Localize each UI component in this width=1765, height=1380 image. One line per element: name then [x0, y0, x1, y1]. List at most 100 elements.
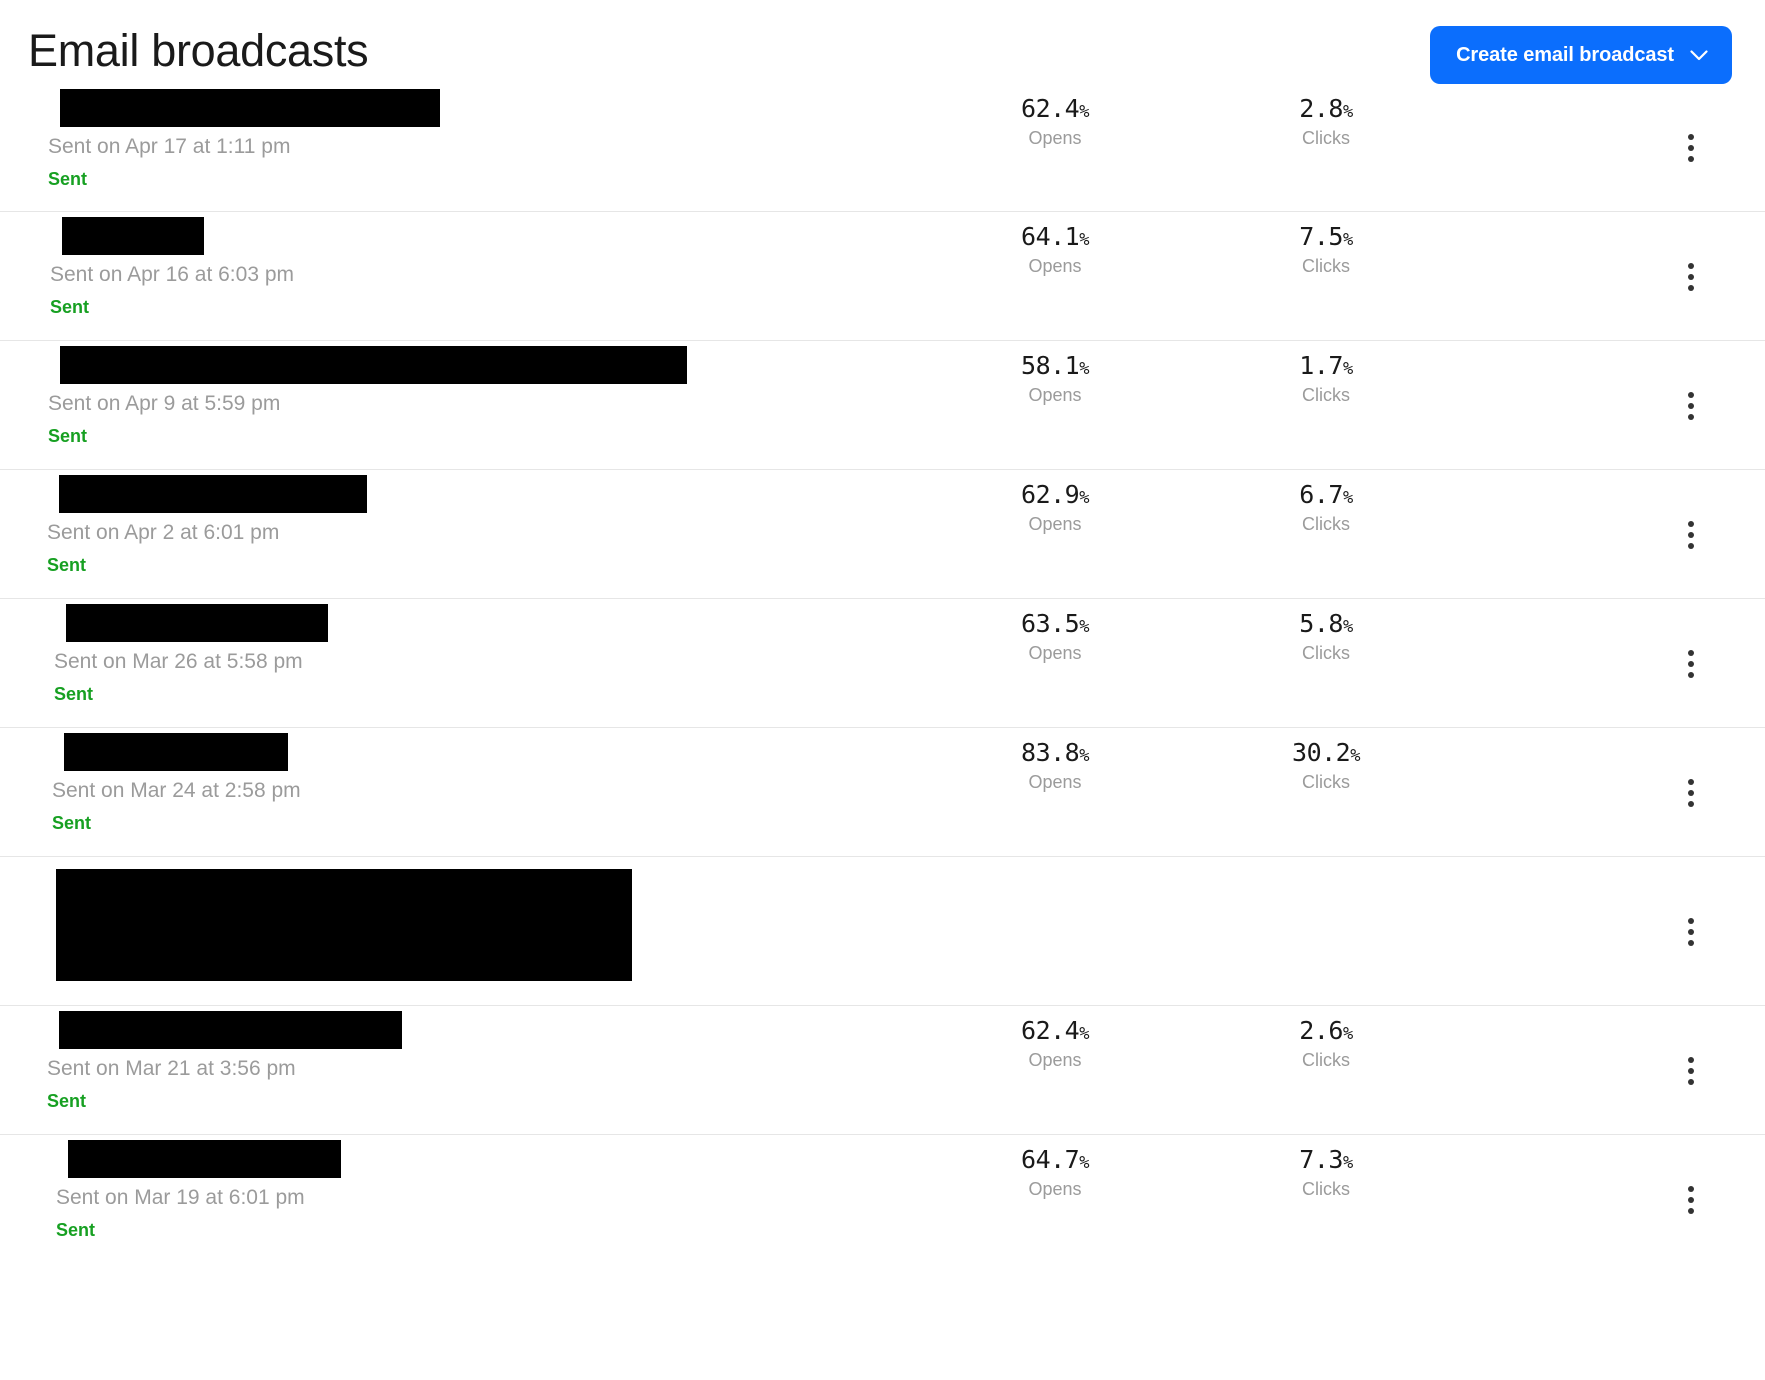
- broadcast-clicks-stat-label: Clicks: [1302, 128, 1350, 148]
- broadcast-subject-redaction: [62, 217, 204, 255]
- broadcast-clicks-stat-value: 1.7%: [1299, 351, 1353, 380]
- kebab-menu-icon[interactable]: [1669, 126, 1713, 170]
- broadcast-opens-stat: 62.4% Opens: [975, 1017, 1135, 1071]
- percent-symbol: %: [1079, 1153, 1089, 1173]
- broadcast-clicks-stat-value: 30.2%: [1292, 738, 1360, 767]
- broadcast-opens-stat: 62.9% Opens: [975, 481, 1135, 535]
- page-title: Email broadcasts: [28, 25, 369, 76]
- broadcast-clicks-stat-label: Clicks: [1302, 385, 1350, 405]
- broadcast-list: Sent on Apr 17 at 1:11 pm Sent 62.4% Opens 2…: [0, 84, 1765, 1264]
- broadcast-row[interactable]: Sent on Apr 9 at 5:59 pm Sent 58.1% Opens 1.…: [0, 341, 1765, 470]
- kebab-menu-icon[interactable]: [1669, 513, 1713, 557]
- broadcast-row[interactable]: Sent on Mar 24 at 2:58 pm Sent 83.8% Opens 3…: [0, 728, 1765, 857]
- chevron-down-icon: [1690, 49, 1708, 60]
- broadcast-row-content: Sent on Apr 2 at 6:01 pm Sent 62.9% Opens 6.…: [28, 470, 1737, 598]
- broadcast-row-content: [28, 857, 1737, 1005]
- broadcast-opens-stat-value: 62.4%: [1021, 1016, 1089, 1045]
- broadcast-status-badge: Sent: [54, 684, 94, 704]
- kebab-menu-icon[interactable]: [1669, 910, 1713, 954]
- percent-symbol: %: [1079, 102, 1089, 122]
- percent-symbol: %: [1079, 359, 1089, 379]
- percent-symbol: %: [1342, 359, 1353, 379]
- broadcast-opens-stat: 63.5% Opens: [975, 610, 1135, 664]
- broadcast-row-content: Sent on Apr 17 at 1:11 pm Sent 62.4% Opens 2…: [28, 84, 1737, 211]
- kebab-menu-icon[interactable]: [1669, 1049, 1713, 1093]
- broadcast-subject-redaction: [60, 89, 440, 127]
- broadcast-status-badge: Sent: [56, 1220, 96, 1240]
- broadcast-opens-stat-value: 62.4%: [1021, 94, 1089, 123]
- broadcast-sent-timestamp: Sent on Mar 24 at 2:58 pm: [52, 779, 301, 802]
- broadcast-clicks-stat: 30.2% Clicks: [1246, 739, 1406, 793]
- broadcast-sent-timestamp: Sent on Apr 2 at 6:01 pm: [47, 521, 280, 544]
- broadcast-row-content: Sent on Mar 21 at 3:56 pm Sent 62.4% Opens 2…: [28, 1006, 1737, 1134]
- kebab-menu-icon[interactable]: [1669, 1178, 1713, 1222]
- broadcast-subject-redaction: [59, 475, 367, 513]
- percent-symbol: %: [1342, 1024, 1353, 1044]
- broadcast-clicks-stat-label: Clicks: [1302, 1179, 1350, 1199]
- broadcast-opens-stat-value: 64.7%: [1021, 1145, 1089, 1174]
- broadcast-clicks-stat: 2.8% Clicks: [1246, 95, 1406, 149]
- broadcast-opens-stat-label: Opens: [1028, 772, 1082, 792]
- kebab-menu-icon[interactable]: [1669, 255, 1713, 299]
- broadcast-sent-timestamp: Sent on Mar 26 at 5:58 pm: [54, 650, 303, 673]
- percent-symbol: %: [1079, 230, 1089, 250]
- broadcast-opens-stat-label: Opens: [1028, 385, 1082, 405]
- broadcast-opens-stat-value: 63.5%: [1021, 609, 1089, 638]
- broadcast-subject-redaction: [60, 346, 687, 384]
- broadcast-subject-redaction: [64, 733, 288, 771]
- broadcast-subject-redaction: [56, 869, 632, 981]
- broadcast-row[interactable]: Sent on Apr 2 at 6:01 pm Sent 62.9% Opens 6.…: [0, 470, 1765, 599]
- broadcast-row[interactable]: Sent on Mar 19 at 6:01 pm Sent 64.7% Opens 7…: [0, 1135, 1765, 1264]
- broadcast-opens-stat: 64.1% Opens: [975, 223, 1135, 277]
- broadcast-opens-stat-value: 62.9%: [1021, 480, 1089, 509]
- broadcast-row-content: Sent on Apr 16 at 6:03 pm Sent 64.1% Opens 7…: [28, 212, 1737, 340]
- create-email-broadcast-label: Create email broadcast: [1456, 43, 1674, 66]
- percent-symbol: %: [1342, 617, 1353, 637]
- broadcast-opens-stat-label: Opens: [1028, 643, 1082, 663]
- page-header: Email broadcasts Create email broadcast: [0, 0, 1765, 95]
- broadcast-clicks-stat-label: Clicks: [1302, 256, 1350, 276]
- broadcast-row-content: Sent on Mar 26 at 5:58 pm Sent 63.5% Opens 5…: [28, 599, 1737, 727]
- broadcast-opens-stat-label: Opens: [1028, 128, 1082, 148]
- broadcast-opens-stat-label: Opens: [1028, 1179, 1082, 1199]
- broadcast-clicks-stat-label: Clicks: [1302, 643, 1350, 663]
- broadcast-clicks-stat: 1.7% Clicks: [1246, 352, 1406, 406]
- broadcast-clicks-stat-value: 7.3%: [1299, 1145, 1353, 1174]
- broadcast-row[interactable]: Sent on Apr 17 at 1:11 pm Sent 62.4% Opens 2…: [0, 84, 1765, 212]
- broadcast-clicks-stat-value: 2.8%: [1299, 94, 1353, 123]
- broadcast-row[interactable]: Sent on Mar 26 at 5:58 pm Sent 63.5% Opens 5…: [0, 599, 1765, 728]
- broadcast-clicks-stat: 6.7% Clicks: [1246, 481, 1406, 535]
- broadcast-row[interactable]: [0, 857, 1765, 1006]
- broadcast-row[interactable]: Sent on Apr 16 at 6:03 pm Sent 64.1% Opens 7…: [0, 212, 1765, 341]
- kebab-menu-icon[interactable]: [1669, 384, 1713, 428]
- kebab-menu-icon[interactable]: [1669, 771, 1713, 815]
- kebab-menu-icon[interactable]: [1669, 642, 1713, 686]
- percent-symbol: %: [1079, 746, 1089, 766]
- percent-symbol: %: [1342, 1153, 1353, 1173]
- broadcast-clicks-stat-value: 6.7%: [1299, 480, 1353, 509]
- broadcast-status-badge: Sent: [47, 1091, 87, 1111]
- percent-symbol: %: [1079, 617, 1089, 637]
- broadcast-row-content: Sent on Mar 19 at 6:01 pm Sent 64.7% Opens 7…: [28, 1135, 1737, 1264]
- broadcast-status-badge: Sent: [47, 555, 87, 575]
- broadcast-sent-timestamp: Sent on Apr 9 at 5:59 pm: [48, 392, 281, 415]
- percent-symbol: %: [1342, 102, 1353, 122]
- broadcast-clicks-stat-value: 7.5%: [1299, 222, 1353, 251]
- broadcast-opens-stat-value: 58.1%: [1021, 351, 1089, 380]
- broadcast-status-badge: Sent: [50, 297, 90, 317]
- broadcast-clicks-stat: 5.8% Clicks: [1246, 610, 1406, 664]
- broadcast-row[interactable]: Sent on Mar 21 at 3:56 pm Sent 62.4% Opens 2…: [0, 1006, 1765, 1135]
- broadcast-status-badge: Sent: [52, 813, 92, 833]
- percent-symbol: %: [1079, 1024, 1089, 1044]
- broadcast-clicks-stat: 2.6% Clicks: [1246, 1017, 1406, 1071]
- broadcast-opens-stat-value: 83.8%: [1021, 738, 1089, 767]
- broadcast-opens-stat-label: Opens: [1028, 256, 1082, 276]
- broadcast-sent-timestamp: Sent on Apr 16 at 6:03 pm: [50, 263, 295, 286]
- create-email-broadcast-button[interactable]: Create email broadcast: [1430, 26, 1732, 84]
- broadcast-clicks-stat-value: 2.6%: [1299, 1016, 1353, 1045]
- broadcast-subject-redaction: [59, 1011, 402, 1049]
- percent-symbol: %: [1350, 746, 1360, 766]
- broadcast-subject-redaction: [68, 1140, 341, 1178]
- broadcast-opens-stat-label: Opens: [1028, 1050, 1082, 1070]
- broadcast-row-content: Sent on Mar 24 at 2:58 pm Sent 83.8% Opens 3…: [28, 728, 1737, 856]
